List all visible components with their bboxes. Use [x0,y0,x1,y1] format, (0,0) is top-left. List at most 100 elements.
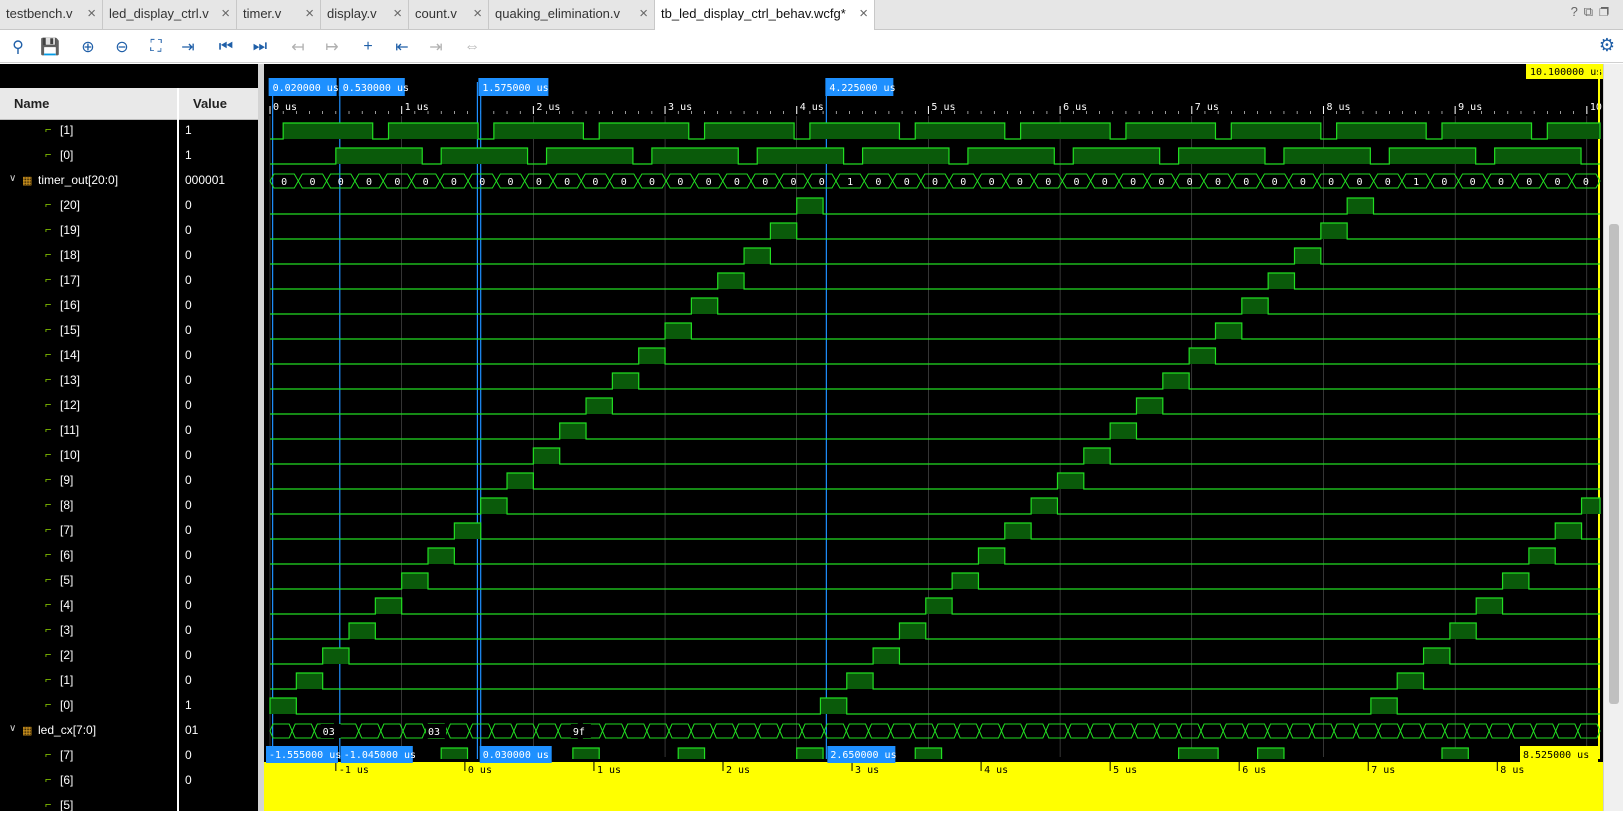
previous-marker-icon[interactable]: ⇤ [390,35,414,59]
signal-row[interactable]: ⌐ [1] 1 [0,119,258,144]
signal-row[interactable]: ⌐ [11] 0 [0,419,258,444]
tab-label: tb_led_display_ctrl_behav.wcfg* [661,6,846,21]
led-cx-bus-segment [402,723,426,739]
search-icon[interactable]: ⚲ [6,35,30,59]
signal-row[interactable]: ⌐ [2] 0 [0,644,258,669]
value-column-header[interactable]: Value [193,96,227,111]
timer-out-bit-5-wave-fill [1502,573,1529,589]
timer-out-bit-5-wave-fill [952,573,979,589]
close-icon[interactable]: × [393,0,402,28]
chevron-down-icon[interactable]: ∨ [9,723,16,734]
signal-row[interactable]: ⌐ [19] 0 [0,219,258,244]
timer-out-bit-17-wave [270,272,1600,290]
timer-out-bit-3-wave [270,622,1600,640]
bit-signal-icon: ⌐ [45,399,52,411]
next-transition-icon[interactable]: ↦ [320,35,344,59]
timer-out-bus-value: 0 [706,177,712,188]
signal-row[interactable]: ⌐ [12] 0 [0,394,258,419]
signal-row[interactable]: ⌐ [1] 0 [0,669,258,694]
tab-label: display.v [327,6,377,21]
tab-0[interactable]: testbench.v × [0,0,103,30]
timer-out-bit-0-wave [269,697,1600,715]
led-cx-bus-segment [1377,723,1402,739]
gear-icon[interactable]: ⚙ [1599,35,1615,56]
tab-4[interactable]: count.v × [409,0,489,30]
tab-label: testbench.v [6,6,73,21]
scan-bit-0-wave-fill [441,148,528,164]
swap-cursors-icon[interactable]: ⇔ [460,35,484,59]
led-cx-bus-segment [1466,723,1490,739]
signal-value: 0 [185,773,192,787]
add-marker-icon[interactable]: + [356,35,380,59]
timer-out-bit-11-wave-fill [559,423,587,439]
signal-row[interactable]: ⌐ [18] 0 [0,244,258,269]
signal-value: 0 [185,598,192,612]
zoom-fit-icon[interactable]: ⛶ [144,35,168,59]
bottom-marker-label: -1.555000 us [269,750,341,761]
close-icon[interactable]: × [473,0,482,28]
chevron-down-icon[interactable]: ∨ [9,173,16,184]
go-to-cursor-icon[interactable]: ⇥ [176,35,200,59]
signal-row[interactable]: ⌐ [6] 0 [0,544,258,569]
signal-row[interactable]: ⌐ [20] 0 [0,194,258,219]
close-icon[interactable]: × [87,0,96,28]
signal-name: [11] [60,423,80,437]
zoom-out-icon[interactable]: ⊖ [110,35,134,59]
tab-2[interactable]: timer.v × [237,0,321,30]
signal-row[interactable]: ⌐ [0] 1 [0,694,258,719]
window-action-icon[interactable]: ❐ [1599,4,1615,19]
timer-out-bus-value: 0 [762,177,768,188]
signal-name: [1] [60,673,74,687]
signal-row[interactable]: ⌐ [14] 0 [0,344,258,369]
go-to-time-zero-icon[interactable]: ⏮ [214,35,238,59]
signal-row[interactable]: ⌐ [17] 0 [0,269,258,294]
signal-row[interactable]: ⌐ [15] 0 [0,319,258,344]
window-action-icon[interactable]: ? [1571,4,1584,19]
bottom-ruler-tick-label: 5 us [1113,765,1137,776]
zoom-in-icon[interactable]: ⊕ [76,35,100,59]
close-icon[interactable]: × [859,0,868,28]
signal-row[interactable]: ∨ ▦ timer_out[20:0] 000001 [0,169,258,194]
save-icon-glyph: 💾 [40,39,60,56]
window-action-icon[interactable]: ⧉ [1584,4,1599,19]
signal-row[interactable]: ⌐ [9] 0 [0,469,258,494]
timer-out-bit-0-wave-fill [1370,698,1398,714]
close-icon[interactable]: × [221,0,230,28]
led-cx-bus-segment [1067,723,1091,739]
save-icon[interactable]: 💾 [38,35,62,59]
led-cx-bus-segment [1023,723,1047,739]
previous-transition-icon[interactable]: ↤ [286,35,310,59]
signal-row[interactable]: ⌐ [6] 0 [0,769,258,794]
signal-row[interactable]: ∨ ▦ led_cx[7:0] 01 [0,719,258,744]
signal-row[interactable]: ⌐ [3] 0 [0,619,258,644]
signal-row[interactable]: ⌐ [13] 0 [0,369,258,394]
next-marker-icon[interactable]: ⇥ [424,35,448,59]
tab-6[interactable]: tb_led_display_ctrl_behav.wcfg* × [655,0,875,30]
name-column-header[interactable]: Name [14,96,49,111]
waveform-canvas[interactable]: 0 us 1 us 2 us 3 us 4 us 5 us 6 us 7 us 8 us 9 us… [264,64,1603,811]
signal-row[interactable]: ⌐ [0] 1 [0,144,258,169]
tab-3[interactable]: display.v × [321,0,409,30]
tab-5[interactable]: quaking_elimination.v × [489,0,655,30]
go-to-last-time-icon[interactable]: ⏭ [248,35,272,59]
ruler-tick-label: 7 us [1195,102,1219,113]
led-cx-bus-segment [801,723,825,739]
signal-row[interactable]: ⌐ [16] 0 [0,294,258,319]
bus-signal-icon: ▦ [22,725,33,737]
tab-1[interactable]: led_display_ctrl.v × [103,0,237,30]
signal-row[interactable]: ⌐ [5] 0 [0,569,258,594]
close-icon[interactable]: × [639,0,648,28]
timer-out-bit-8-wave-fill [1031,498,1058,514]
close-icon[interactable]: × [305,0,314,28]
scrollbar-thumb[interactable] [1609,224,1619,704]
scan-bit-0-wave-fill [1178,148,1265,164]
signal-row[interactable]: ⌐ [4] 0 [0,594,258,619]
vertical-scrollbar[interactable] [1603,64,1623,811]
signal-row[interactable]: ⌐ [8] 0 [0,494,258,519]
signal-row[interactable]: ⌐ [10] 0 [0,444,258,469]
marker-label: 0.530000 us [343,83,409,94]
led-cx-bus-segment [1555,723,1579,739]
signal-row[interactable]: ⌐ [5] [0,794,258,819]
signal-row[interactable]: ⌐ [7] 0 [0,519,258,544]
signal-row[interactable]: ⌐ [7] 0 [0,744,258,769]
